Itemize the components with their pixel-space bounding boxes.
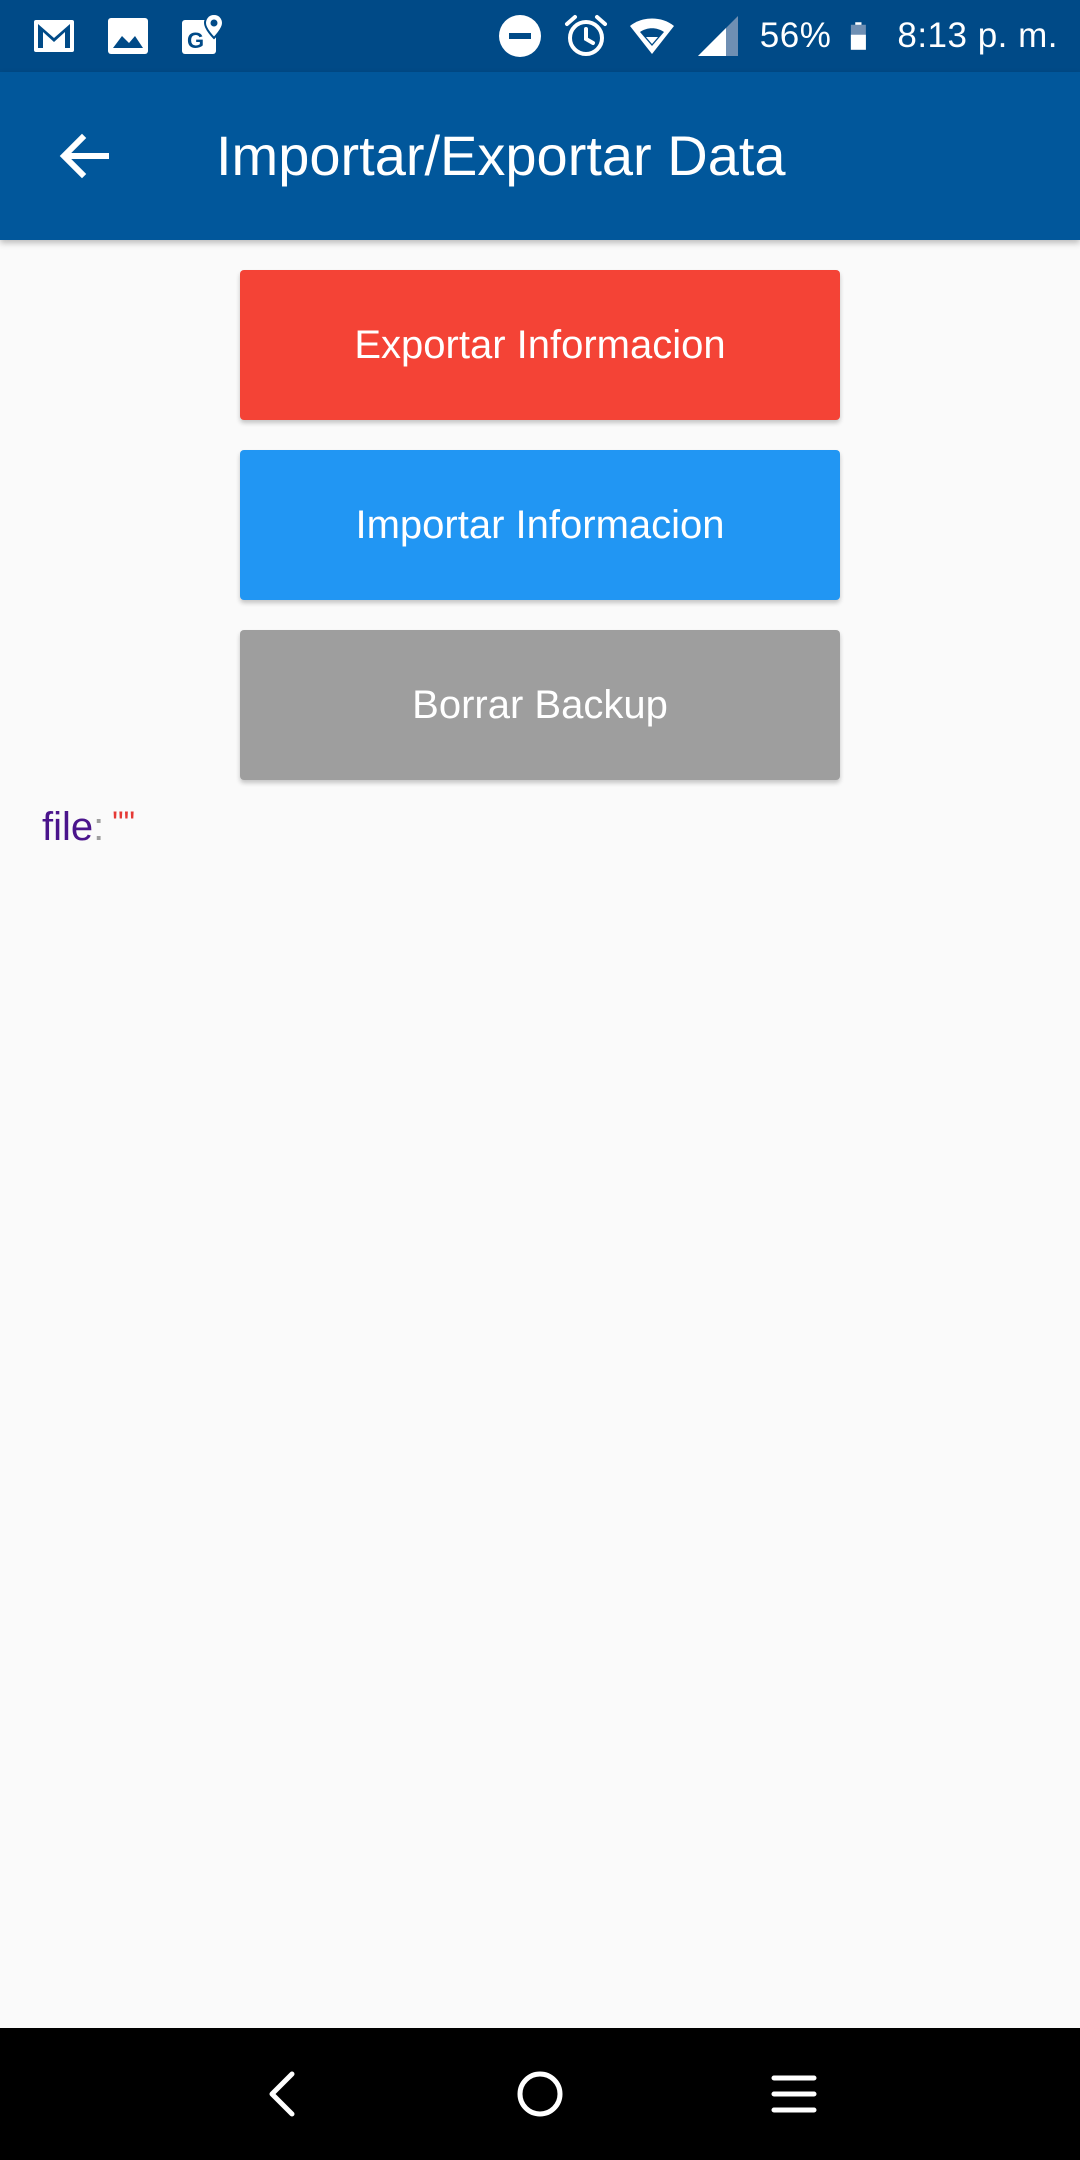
export-button[interactable]: Exportar Informacion <box>240 270 840 420</box>
status-bar: G 56% 8:13 p. m. <box>0 0 1080 72</box>
cell-signal-icon <box>697 16 738 56</box>
nav-menu-button[interactable] <box>756 2056 832 2132</box>
do-not-disturb-icon <box>498 15 541 57</box>
app-bar: Importar/Exportar Data <box>0 72 1080 240</box>
gmail-icon <box>34 20 74 52</box>
gallery-icon <box>108 18 148 54</box>
menu-nav-icon <box>771 2075 817 2113</box>
notification-icons: G <box>30 10 226 62</box>
system-icons: 56% 8:13 p. m. <box>496 10 1058 62</box>
maps-icon: G <box>182 12 225 54</box>
page-title: Importar/Exportar Data <box>216 124 786 187</box>
wifi-icon <box>629 18 674 54</box>
home-nav-icon <box>517 2071 563 2117</box>
import-button[interactable]: Importar Informacion <box>240 450 840 600</box>
nav-back-button[interactable] <box>246 2056 322 2132</box>
back-nav-icon <box>269 2071 295 2117</box>
navigation-bar <box>0 2028 1080 2160</box>
back-button[interactable] <box>44 116 124 196</box>
file-separator: : <box>93 805 105 849</box>
nav-home-button[interactable] <box>502 2056 578 2132</box>
svg-text:G: G <box>187 28 204 53</box>
back-arrow-icon <box>59 133 109 179</box>
file-info: file: "" <box>42 805 135 850</box>
delete-backup-button[interactable]: Borrar Backup <box>240 630 840 780</box>
battery-icon <box>851 22 867 50</box>
battery-percent: 56% <box>759 16 832 55</box>
file-key: file <box>42 805 94 849</box>
alarm-icon <box>564 15 607 56</box>
clock: 8:13 p. m. <box>897 16 1058 55</box>
file-value: "" <box>112 805 135 841</box>
